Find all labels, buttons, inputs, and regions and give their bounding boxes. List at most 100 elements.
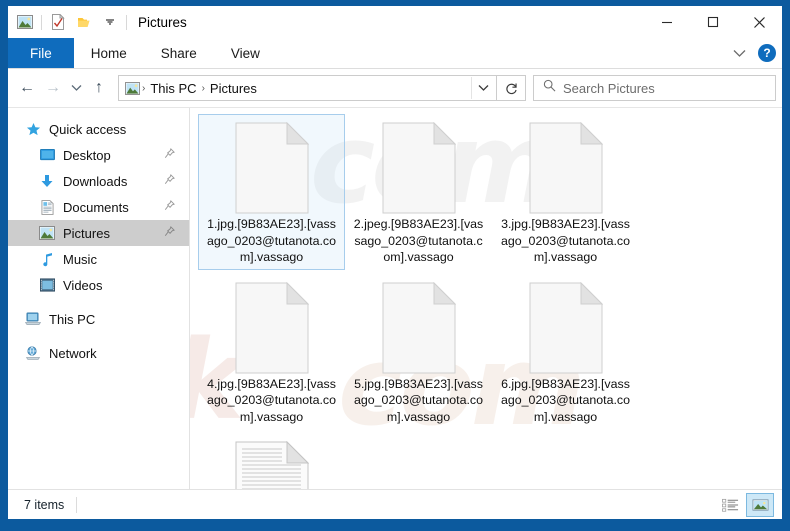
sidebar-item-network[interactable]: Network — [8, 340, 189, 366]
status-bar: 7 items — [8, 489, 782, 519]
breadcrumb-this-pc[interactable]: This PC — [147, 81, 199, 96]
file-item-5[interactable]: 5.jpg.[9B83AE23].[vassago_0203@tutanota.… — [345, 274, 492, 430]
ribbon-right-controls: ? — [728, 38, 776, 68]
star-icon — [24, 121, 42, 137]
up-button[interactable]: ↑ — [86, 75, 112, 101]
downloads-icon — [38, 173, 56, 189]
pin-icon-downloads[interactable] — [164, 172, 175, 190]
sidebar-item-pictures[interactable]: Pictures — [8, 220, 189, 246]
file-item-3[interactable]: 3.jpg.[9B83AE23].[vassago_0203@tutanota.… — [492, 114, 639, 270]
tab-file[interactable]: File — [8, 38, 74, 68]
search-icon — [543, 79, 556, 97]
ribbon-tab-bar: File Home Share View ? — [8, 38, 782, 69]
refresh-button[interactable] — [497, 75, 526, 101]
sidebar-label-network: Network — [49, 345, 97, 361]
screen: Pictures File Home Share View ? ← → ↑ › … — [0, 0, 790, 531]
blank-file-icon — [235, 280, 309, 376]
file-name-5: 5.jpg.[9B83AE23].[vassago_0203@tutanota.… — [353, 376, 484, 424]
breadcrumb-separator-2: › — [201, 82, 205, 94]
navigation-pane: Quick access Desktop Downloads Documents… — [8, 108, 190, 489]
sidebar-label-documents: Documents — [63, 199, 129, 215]
blank-file-icon — [382, 120, 456, 216]
help-icon[interactable]: ? — [758, 44, 776, 62]
sidebar-item-downloads[interactable]: Downloads — [8, 168, 189, 194]
explorer-body: risk com risk com Quick access — [8, 92, 782, 489]
pin-icon-documents[interactable] — [164, 198, 175, 216]
search-box[interactable]: Search Pictures — [533, 75, 776, 101]
back-button[interactable]: ← — [14, 75, 40, 101]
sidebar-gap-1 — [8, 298, 189, 306]
blank-file-icon — [529, 120, 603, 216]
file-item-6[interactable]: 6.jpg.[9B83AE23].[vassago_0203@tutanota.… — [492, 274, 639, 430]
documents-icon — [38, 199, 56, 215]
file-name-4: 4.jpg.[9B83AE23].[vassago_0203@tutanota.… — [206, 376, 337, 424]
tab-view[interactable]: View — [214, 38, 277, 68]
sidebar-item-documents[interactable]: Documents — [8, 194, 189, 220]
blank-file-icon — [529, 280, 603, 376]
sidebar-item-desktop[interactable]: Desktop — [8, 142, 189, 168]
window-controls — [644, 6, 782, 38]
file-name-1: 1.jpg.[9B83AE23].[vassago_0203@tutanota.… — [206, 217, 337, 264]
sidebar-item-videos[interactable]: Videos — [8, 272, 189, 298]
tab-home[interactable]: Home — [74, 38, 144, 68]
network-icon — [24, 345, 42, 361]
new-folder-icon[interactable] — [71, 10, 97, 34]
file-name-3: 3.jpg.[9B83AE23].[vassago_0203@tutanota.… — [500, 217, 631, 264]
details-view-button[interactable] — [717, 494, 743, 516]
large-icons-view-button[interactable] — [746, 492, 774, 517]
title-bar: Pictures — [8, 6, 782, 38]
file-item-2[interactable]: 2.jpeg.[9B83AE23].[vassago_0203@tutanota… — [345, 114, 492, 270]
pin-icon-pictures[interactable] — [164, 224, 175, 242]
file-grid: 1.jpg.[9B83AE23].[vassago_0203@tutanota.… — [198, 114, 782, 489]
quick-access-toolbar — [8, 10, 130, 34]
sidebar-gap-2 — [8, 332, 189, 340]
sidebar-item-quick-access[interactable]: Quick access — [8, 116, 189, 142]
sidebar-label-music: Music — [63, 251, 97, 267]
sidebar-label-downloads: Downloads — [63, 173, 128, 189]
music-icon — [38, 251, 56, 267]
recent-locations-button[interactable] — [66, 75, 86, 101]
file-name-2: 2.jpeg.[9B83AE23].[vassago_0203@tutanota… — [353, 217, 484, 264]
status-divider — [76, 496, 78, 513]
search-input[interactable]: Search Pictures — [563, 81, 655, 96]
expand-ribbon-chevron-icon[interactable] — [728, 41, 750, 65]
address-bar[interactable]: › This PC › Pictures — [118, 75, 497, 101]
desktop-icon — [38, 147, 56, 163]
file-item-1[interactable]: 1.jpg.[9B83AE23].[vassago_0203@tutanota.… — [198, 114, 345, 270]
address-pictures-icon — [125, 81, 140, 95]
breadcrumb-pictures[interactable]: Pictures — [207, 81, 260, 96]
address-dropdown-chevron-icon[interactable] — [471, 77, 494, 99]
properties-icon[interactable] — [45, 10, 71, 34]
sidebar-label-quick-access: Quick access — [49, 121, 127, 137]
toolbar-divider-2 — [126, 14, 127, 30]
file-name-6: 6.jpg.[9B83AE23].[vassago_0203@tutanota.… — [500, 376, 631, 424]
pin-icon-desktop[interactable] — [164, 146, 175, 164]
toolbar-divider-1 — [41, 14, 42, 30]
blank-file-icon — [235, 120, 309, 216]
sidebar-item-this-pc[interactable]: This PC — [8, 306, 189, 332]
file-item-4[interactable]: 4.jpg.[9B83AE23].[vassago_0203@tutanota.… — [198, 274, 345, 430]
address-row: ← → ↑ › This PC › Pictures Search Pictur… — [8, 69, 782, 107]
file-item-7[interactable]: readme-warning.txt — [198, 433, 345, 489]
item-count-label: 7 items — [24, 497, 65, 512]
maximize-button[interactable] — [690, 6, 736, 38]
sidebar-label-this-pc: This PC — [49, 311, 96, 327]
breadcrumb-separator-1: › — [142, 82, 146, 94]
customize-chevron-icon[interactable] — [97, 10, 123, 34]
pictures-icon — [38, 225, 56, 241]
sidebar-label-videos: Videos — [63, 277, 103, 293]
tab-share[interactable]: Share — [144, 38, 214, 68]
view-mode-buttons — [717, 490, 774, 519]
file-list-pane[interactable]: 1.jpg.[9B83AE23].[vassago_0203@tutanota.… — [190, 108, 782, 489]
minimize-button[interactable] — [644, 6, 690, 38]
close-button[interactable] — [736, 6, 782, 38]
text-file-icon — [235, 439, 309, 489]
this-pc-icon — [24, 311, 42, 327]
sidebar-item-music[interactable]: Music — [8, 246, 189, 272]
picture-icon[interactable] — [12, 10, 38, 34]
window-title: Pictures — [138, 14, 187, 30]
forward-button[interactable]: → — [40, 75, 66, 101]
videos-icon — [38, 277, 56, 293]
sidebar-label-desktop: Desktop — [63, 147, 111, 163]
file-explorer-window: Pictures File Home Share View ? ← → ↑ › … — [8, 6, 782, 519]
